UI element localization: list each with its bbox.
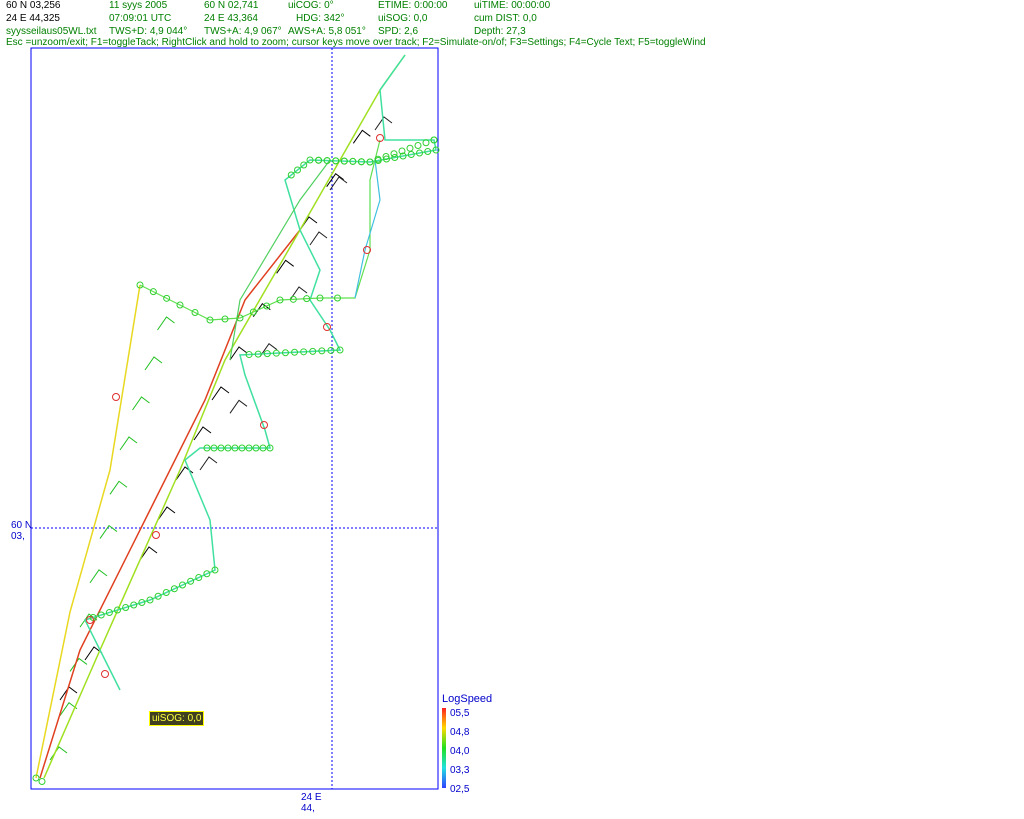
- wind-barbs: [49, 116, 393, 761]
- wind-barb: [289, 286, 308, 301]
- legend-color-bar: [442, 708, 446, 788]
- sog-overlay-label: uiSOG: 0,0: [149, 711, 205, 726]
- track-point-highlight[interactable]: [112, 393, 120, 401]
- legend-value-3: 04,0: [450, 746, 470, 757]
- lon-grid-label-deg: 24 E: [301, 792, 322, 803]
- legend-value-max: 05,5: [450, 708, 470, 719]
- map-frame: [30, 47, 439, 790]
- wind-barb: [259, 342, 278, 357]
- wind-barb: [89, 569, 108, 584]
- legend-value-4: 03,3: [450, 765, 470, 776]
- lon-grid-label-min: 44,: [301, 803, 315, 814]
- wind-barb: [109, 480, 128, 495]
- wind-barb: [211, 386, 230, 401]
- track-segment: [139, 139, 381, 321]
- legend-value-2: 04,8: [450, 727, 470, 738]
- lat-grid-label-deg: 60 N: [11, 520, 33, 531]
- track-segment: [354, 159, 381, 299]
- wind-barb: [199, 456, 218, 471]
- track-segment: [39, 229, 301, 779]
- wind-barb: [229, 399, 248, 414]
- wind-barb: [69, 657, 88, 672]
- track-point[interactable]: [406, 144, 414, 152]
- track-point-highlight[interactable]: [101, 670, 109, 678]
- legend-value-min: 02,5: [450, 784, 470, 795]
- track-point[interactable]: [414, 142, 422, 149]
- wind-barb: [132, 396, 150, 411]
- track-lines: [35, 54, 437, 779]
- track-point-highlight[interactable]: [152, 531, 160, 539]
- track-point[interactable]: [38, 778, 46, 785]
- wind-barb: [299, 216, 318, 231]
- wind-barb: [119, 436, 138, 451]
- track-segment: [35, 284, 141, 779]
- legend-title: LogSpeed: [442, 693, 493, 705]
- track-segment: [83, 54, 437, 691]
- lat-grid-label-min: 03,: [11, 531, 25, 542]
- track-map[interactable]: [0, 0, 1024, 819]
- wind-barb: [229, 346, 248, 361]
- wind-barb: [144, 356, 163, 371]
- wind-barb: [157, 316, 175, 331]
- track-points[interactable]: [32, 134, 440, 785]
- wind-barb: [309, 231, 328, 246]
- track-point[interactable]: [390, 150, 398, 158]
